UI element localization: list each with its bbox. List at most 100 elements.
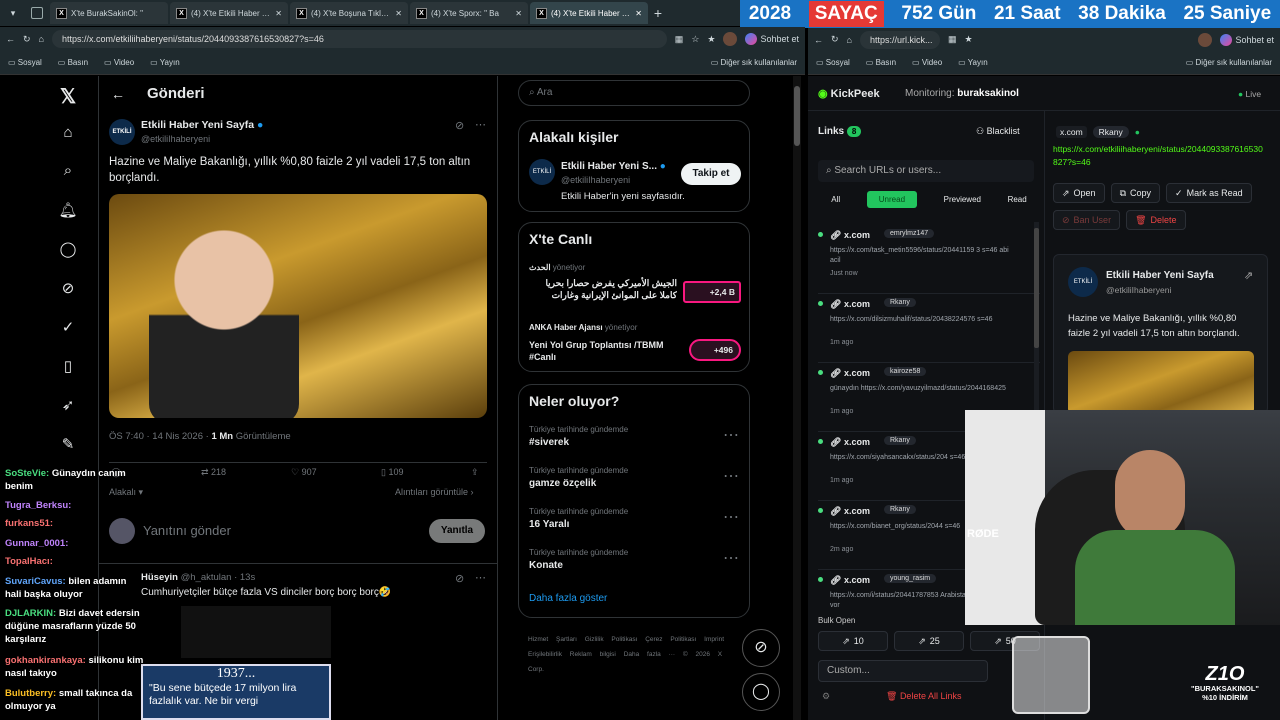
bookmark-folder[interactable]: ▭ Basın xyxy=(58,58,88,67)
detail-url[interactable]: https://x.com/etkiliihaberyeni/status/20… xyxy=(1053,143,1263,169)
search-input[interactable]: ⌕ Search URLs or users... xyxy=(818,160,1034,182)
footer-link[interactable]: Reklam bilgisi xyxy=(570,651,616,658)
filter-all[interactable]: All xyxy=(831,195,840,204)
avatar[interactable] xyxy=(723,32,738,46)
refresh-icon[interactable]: ↻ xyxy=(23,34,31,45)
more-options-icon[interactable]: ⋯ xyxy=(723,466,739,486)
list-item[interactable]: 🔗︎ x.com emrylmz147 https://x.com/task_met… xyxy=(818,228,1040,294)
reply-input[interactable]: Yanıtını gönder xyxy=(143,523,231,538)
author-avatar[interactable]: ETKİLİ xyxy=(529,159,555,185)
blacklist-button[interactable]: ⚇ Blacklist xyxy=(976,126,1020,137)
bookmark-folder[interactable]: ▭ Video xyxy=(104,58,134,67)
workspaces-icon[interactable] xyxy=(26,0,48,26)
url-field[interactable]: https://url.kick... xyxy=(859,30,940,49)
ban-user-button[interactable]: ⊘ Ban User xyxy=(1053,210,1121,230)
footer-link[interactable]: Gizlilik Politikası xyxy=(585,636,638,643)
compose-icon[interactable]: ✎ xyxy=(58,435,78,455)
open-button[interactable]: ⇗ Open xyxy=(1053,183,1105,203)
external-link-icon[interactable]: ⇗ xyxy=(1244,269,1253,282)
bookmark-folder[interactable]: ▭ Basın xyxy=(866,58,896,67)
tab-5-active[interactable]: X (4) X'te Etkili Haber Yen ✕ xyxy=(530,2,648,24)
new-tab-button[interactable]: + xyxy=(648,5,668,21)
extensions-icon[interactable]: ▦ xyxy=(948,34,957,45)
rocket-icon[interactable]: ➶ xyxy=(58,396,78,416)
search-icon[interactable]: ⌕ xyxy=(58,162,78,182)
author-avatar[interactable]: ETKİLİ xyxy=(109,119,135,145)
footer-link[interactable]: Erişilebilirlik xyxy=(528,651,562,658)
more-options-icon[interactable]: ⋯ xyxy=(723,425,739,445)
bookmarks-icon[interactable]: ▯ xyxy=(58,357,78,377)
more-options-icon[interactable]: ⋯ xyxy=(475,118,486,131)
avatar[interactable] xyxy=(1198,32,1213,47)
footer-link[interactable]: Imprint xyxy=(704,636,724,643)
live-listeners-badge[interactable]: +496 xyxy=(689,339,741,361)
view-quotes-link[interactable]: Alıntıları görüntüle › xyxy=(395,487,474,497)
mark-read-button[interactable]: ✓ Mark as Read xyxy=(1166,183,1252,203)
close-icon[interactable]: ✕ xyxy=(395,9,402,18)
other-bookmarks[interactable]: ▭ Diğer sık kullanılanlar xyxy=(711,58,797,67)
refresh-icon[interactable]: ↻ xyxy=(831,34,839,45)
filter-unread[interactable]: Unread xyxy=(866,190,918,208)
bookmark-button[interactable]: ▯ 109 xyxy=(381,467,403,478)
tab-2[interactable]: X (4) X'te Etkili Haber Yen ✕ xyxy=(170,2,288,24)
bookmark-folder[interactable]: ▭ Video xyxy=(912,58,942,67)
bulk-open-25-button[interactable]: ⇗ 25 xyxy=(894,631,964,651)
trend-item[interactable]: Türkiye tarihinde gündemde gamze özçelik ⋯ xyxy=(529,466,741,489)
bookmark-folder[interactable]: ▭ Yayın xyxy=(150,58,180,67)
footer-link[interactable]: Daha fazla ··· xyxy=(624,651,675,658)
messages-fab-icon[interactable]: ◯ xyxy=(742,673,780,711)
bookmark-folder[interactable]: ▭ Sosyal xyxy=(8,58,42,67)
home-icon[interactable]: ⌂ xyxy=(58,124,78,144)
back-icon[interactable]: ← xyxy=(814,35,823,45)
show-more-link[interactable]: Daha fazla göster xyxy=(529,593,607,604)
grok-icon[interactable]: ⊘ xyxy=(455,572,464,585)
verified-icon[interactable]: ✓ xyxy=(58,318,78,338)
grok-icon[interactable]: ⊘ xyxy=(58,279,78,299)
bookmark-folder[interactable]: ▭ Sosyal xyxy=(816,58,850,67)
delete-all-button[interactable]: 🗑︎ Delete All Links xyxy=(886,691,961,702)
scrollbar[interactable] xyxy=(793,76,801,720)
extensions-icon[interactable]: ▦ xyxy=(675,34,684,45)
live-listeners-badge[interactable]: +2,4 B xyxy=(683,281,741,303)
star-icon[interactable]: ☆ xyxy=(691,34,699,45)
live-title[interactable]: الجيش الأميركي يفرض حصارا بحريا كاملا عل… xyxy=(529,277,677,303)
bookmark-folder[interactable]: ▭ Yayın xyxy=(958,58,988,67)
filter-read[interactable]: Read xyxy=(1008,195,1027,204)
messages-icon[interactable]: ◯ xyxy=(58,240,78,260)
like-button[interactable]: ♡ 907 xyxy=(291,467,317,478)
custom-count-input[interactable]: Custom... xyxy=(818,660,988,682)
home-icon[interactable]: ⌂ xyxy=(847,35,852,45)
close-icon[interactable]: ✕ xyxy=(515,9,522,18)
author-name[interactable]: Etkili Haber Yeni Sayfa ● xyxy=(141,119,263,131)
tab-4[interactable]: X (4) X'te Sporx: " Ba ✕ xyxy=(410,2,528,24)
url-field[interactable]: https://x.com/etkiliihaberyeni/status/20… xyxy=(51,30,667,48)
back-arrow-icon[interactable]: ← xyxy=(111,86,125,102)
repost-button[interactable]: ⇄ 218 xyxy=(201,467,226,478)
follow-button[interactable]: Takip et xyxy=(681,163,741,185)
grok-icon[interactable]: ⊘ xyxy=(455,119,464,132)
favorites-icon[interactable]: ★ xyxy=(965,34,973,45)
copy-button[interactable]: ⧉ Copy xyxy=(1110,183,1161,203)
delete-button[interactable]: 🗑︎ Delete xyxy=(1126,210,1186,230)
list-item[interactable]: 🔗︎ x.com Rkany https://x.com/dilsizmuhalif… xyxy=(818,297,1040,363)
filter-previewed[interactable]: Previewed xyxy=(944,195,981,204)
more-options-icon[interactable]: ⋯ xyxy=(475,571,486,584)
footer-link[interactable]: Çerez Politikası xyxy=(645,636,696,643)
copilot-chat-button[interactable]: Sohbet et xyxy=(1220,33,1274,46)
favorites-icon[interactable]: ★ xyxy=(707,34,715,45)
share-icon[interactable]: ⇪ xyxy=(471,467,479,478)
close-icon[interactable]: ✕ xyxy=(275,9,282,18)
x-logo-icon[interactable]: 𝕏 xyxy=(58,84,78,108)
trend-item[interactable]: Türkiye tarihinde gündemde 16 Yaralı ⋯ xyxy=(529,507,741,530)
trend-item[interactable]: Türkiye tarihinde gündemde Konate ⋯ xyxy=(529,548,741,571)
post-image[interactable] xyxy=(109,194,487,418)
settings-icon[interactable]: ⚙ xyxy=(822,691,830,702)
live-title[interactable]: Yeni Yol Grup Toplantısı /TBMM #Canlı xyxy=(529,339,669,363)
reply-button[interactable]: Yanıtla xyxy=(429,519,485,543)
grok-fab-icon[interactable]: ⊘ xyxy=(742,629,780,667)
home-icon[interactable]: ⌂ xyxy=(39,34,44,44)
more-options-icon[interactable]: ⋯ xyxy=(723,548,739,568)
tab-3[interactable]: X (4) X'te Boşuna Tıklama ✕ xyxy=(290,2,408,24)
tab-1[interactable]: X X'te BurakSakinOl: " xyxy=(50,2,168,24)
other-bookmarks[interactable]: ▭ Diğer sık kullanılanlar xyxy=(1186,58,1272,67)
